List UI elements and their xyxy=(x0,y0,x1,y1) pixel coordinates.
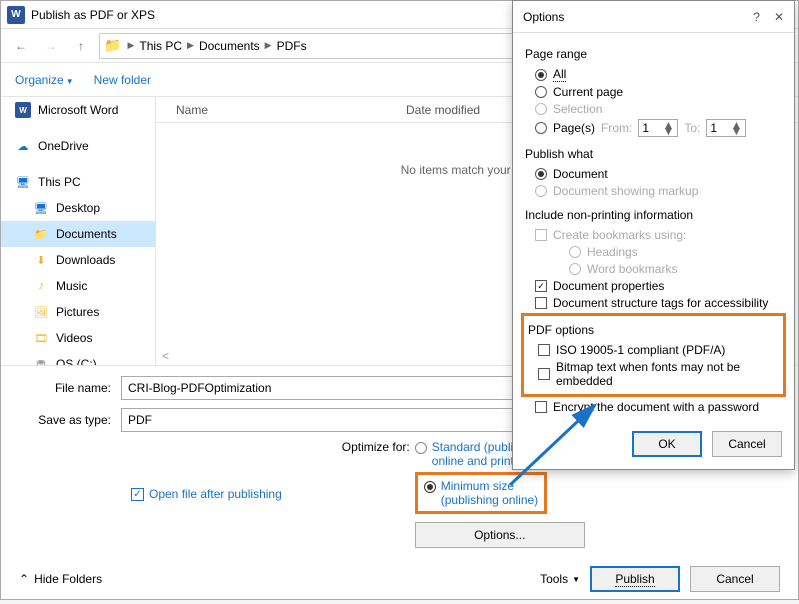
hide-folders-button[interactable]: ⌃ Hide Folders xyxy=(19,572,102,586)
cloud-icon: ☁ xyxy=(15,138,31,154)
checkbox-icon xyxy=(538,368,550,380)
forward-button[interactable]: → xyxy=(39,34,63,58)
checkbox-icon: ✓ xyxy=(131,488,144,501)
radio-icon xyxy=(535,103,547,115)
desktop-icon: 🖥 xyxy=(33,200,49,216)
sidebar-item-documents[interactable]: 📁Documents xyxy=(1,221,155,247)
chevron-icon: ▶ xyxy=(125,40,136,51)
pdf-options-label: PDF options xyxy=(528,323,779,337)
sidebar-item-videos[interactable]: 🎞Videos xyxy=(1,325,155,351)
pc-icon: 🖥 xyxy=(15,174,31,190)
sidebar: WMicrosoft Word ☁OneDrive 🖥This PC 🖥Desk… xyxy=(1,97,156,365)
word-icon: W xyxy=(7,6,25,24)
folder-icon: 📁 xyxy=(33,226,49,242)
document-radio[interactable]: Document xyxy=(535,167,782,181)
pages-label: Page(s) xyxy=(553,121,595,135)
crumb-thispc[interactable]: This PC xyxy=(136,39,185,53)
back-button[interactable]: ← xyxy=(9,34,33,58)
radio-icon xyxy=(424,481,436,493)
download-icon: ⬇ xyxy=(33,252,49,268)
videos-icon: 🎞 xyxy=(33,330,49,346)
filename-label: File name: xyxy=(19,381,121,395)
checkbox-icon xyxy=(538,344,550,356)
page-range-label: Page range xyxy=(525,47,782,61)
new-folder-button[interactable]: New folder xyxy=(94,73,151,87)
cancel-button[interactable]: Cancel xyxy=(690,566,780,592)
radio-icon xyxy=(569,246,581,258)
drive-icon: ⛃ xyxy=(33,356,49,365)
from-label: From: xyxy=(601,121,632,135)
dialog-title: Publish as PDF or XPS xyxy=(31,8,155,22)
sidebar-item-word[interactable]: WMicrosoft Word xyxy=(1,97,155,123)
highlight-annotation: Minimum size(publishing online) xyxy=(415,472,547,514)
word-icon: W xyxy=(15,102,31,118)
checkbox-icon xyxy=(535,401,547,413)
radio-icon xyxy=(535,168,547,180)
sidebar-item-onedrive[interactable]: ☁OneDrive xyxy=(1,133,155,159)
doc-structure-check[interactable]: Document structure tags for accessibilit… xyxy=(535,296,782,310)
encrypt-check[interactable]: Encrypt the document with a password xyxy=(535,400,782,414)
sidebar-item-music[interactable]: ♪Music xyxy=(1,273,155,299)
publish-what-label: Publish what xyxy=(525,147,782,161)
bitmap-text-check[interactable]: Bitmap text when fonts may not be embedd… xyxy=(538,360,779,388)
help-icon[interactable]: ? xyxy=(753,10,760,24)
to-spinner[interactable]: 1▲▼ xyxy=(706,119,746,137)
bottom-row: ⌃ Hide Folders Tools ▼ Publish Cancel xyxy=(1,548,798,604)
highlight-annotation: PDF options ISO 19005-1 compliant (PDF/A… xyxy=(521,313,786,397)
doc-properties-check[interactable]: ✓Document properties xyxy=(535,279,782,293)
word-bookmarks-radio: Word bookmarks xyxy=(569,262,782,276)
close-icon[interactable]: ✕ xyxy=(774,10,784,24)
checkbox-icon: ✓ xyxy=(535,280,547,292)
sidebar-item-desktop[interactable]: 🖥Desktop xyxy=(1,195,155,221)
options-button[interactable]: Options... xyxy=(415,522,585,548)
options-title: Options xyxy=(523,10,564,24)
pictures-icon: 🖼 xyxy=(33,304,49,320)
radio-icon xyxy=(535,86,547,98)
to-label: To: xyxy=(684,121,700,135)
iso-compliant-check[interactable]: ISO 19005-1 compliant (PDF/A) xyxy=(538,343,779,357)
open-after-checkbox[interactable]: ✓ Open file after publishing xyxy=(131,440,282,548)
sidebar-item-thispc[interactable]: 🖥This PC xyxy=(1,169,155,195)
all-radio[interactable]: All xyxy=(535,67,782,82)
crumb-pdfs[interactable]: PDFs xyxy=(274,39,310,53)
pages-radio[interactable] xyxy=(535,122,547,134)
ok-button[interactable]: OK xyxy=(632,431,702,457)
radio-icon xyxy=(535,69,547,81)
savetype-label: Save as type: xyxy=(19,413,121,427)
chevron-up-icon: ⌃ xyxy=(19,572,29,586)
create-bookmarks-check: Create bookmarks using: xyxy=(535,228,782,242)
col-date[interactable]: Date modified xyxy=(406,103,480,117)
up-button[interactable]: ↑ xyxy=(69,34,93,58)
radio-icon xyxy=(535,185,547,197)
checkbox-icon xyxy=(535,297,547,309)
chevron-down-icon: ▼ xyxy=(572,575,580,584)
music-icon: ♪ xyxy=(33,278,49,294)
optimize-label: Optimize for: xyxy=(342,440,410,454)
organize-menu[interactable]: Organize▼ xyxy=(15,73,74,87)
col-name[interactable]: Name xyxy=(156,103,406,117)
headings-radio: Headings xyxy=(569,245,782,259)
current-page-radio[interactable]: Current page xyxy=(535,85,782,99)
chevron-icon: ▶ xyxy=(185,40,196,51)
chevron-icon: ▶ xyxy=(263,40,274,51)
sidebar-item-pictures[interactable]: 🖼Pictures xyxy=(1,299,155,325)
checkbox-icon xyxy=(535,229,547,241)
selection-radio: Selection xyxy=(535,102,782,116)
radio-icon xyxy=(569,263,581,275)
cancel-button[interactable]: Cancel xyxy=(712,431,782,457)
sidebar-item-downloads[interactable]: ⬇Downloads xyxy=(1,247,155,273)
crumb-documents[interactable]: Documents xyxy=(196,39,263,53)
sidebar-item-osc[interactable]: ⛃OS (C:) xyxy=(1,351,155,365)
folder-icon: 📁 xyxy=(104,37,121,54)
radio-icon xyxy=(415,442,427,454)
tools-menu[interactable]: Tools ▼ xyxy=(540,572,580,586)
options-titlebar: Options ? ✕ xyxy=(513,1,794,33)
publish-button[interactable]: Publish xyxy=(590,566,680,592)
optimize-minimum-radio[interactable]: Minimum size(publishing online) xyxy=(424,479,538,507)
document-markup-radio: Document showing markup xyxy=(535,184,782,198)
from-spinner[interactable]: 1▲▼ xyxy=(638,119,678,137)
options-dialog: Options ? ✕ Page range All Current page … xyxy=(512,0,795,470)
include-nonprint-label: Include non-printing information xyxy=(525,208,782,222)
